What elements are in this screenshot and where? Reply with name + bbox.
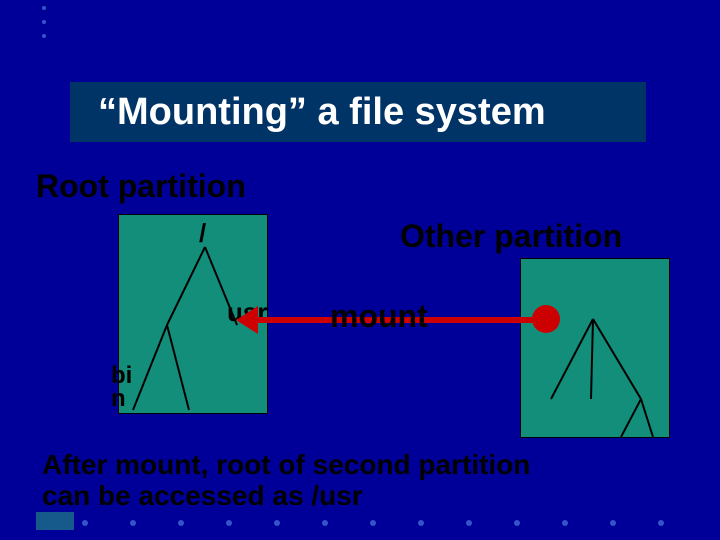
mount-arrow-head	[236, 306, 258, 334]
label-mount: mount	[330, 298, 428, 335]
node-bin: bi n	[111, 365, 132, 411]
page-title: “Mounting” a file system	[70, 82, 646, 142]
mount-arrow-origin-dot	[532, 305, 560, 333]
footer-explanation: After mount, root of second partition ca…	[42, 450, 530, 512]
tree-lines-right	[521, 259, 671, 439]
node-root: /	[199, 218, 206, 249]
label-root-partition: Root partition	[36, 168, 246, 205]
tree-other-partition	[520, 258, 670, 438]
label-other-partition: Other partition	[400, 218, 622, 255]
decorative-dots-top	[42, 6, 46, 48]
decorative-bar	[36, 512, 74, 530]
decorative-dots-bottom	[82, 520, 664, 526]
